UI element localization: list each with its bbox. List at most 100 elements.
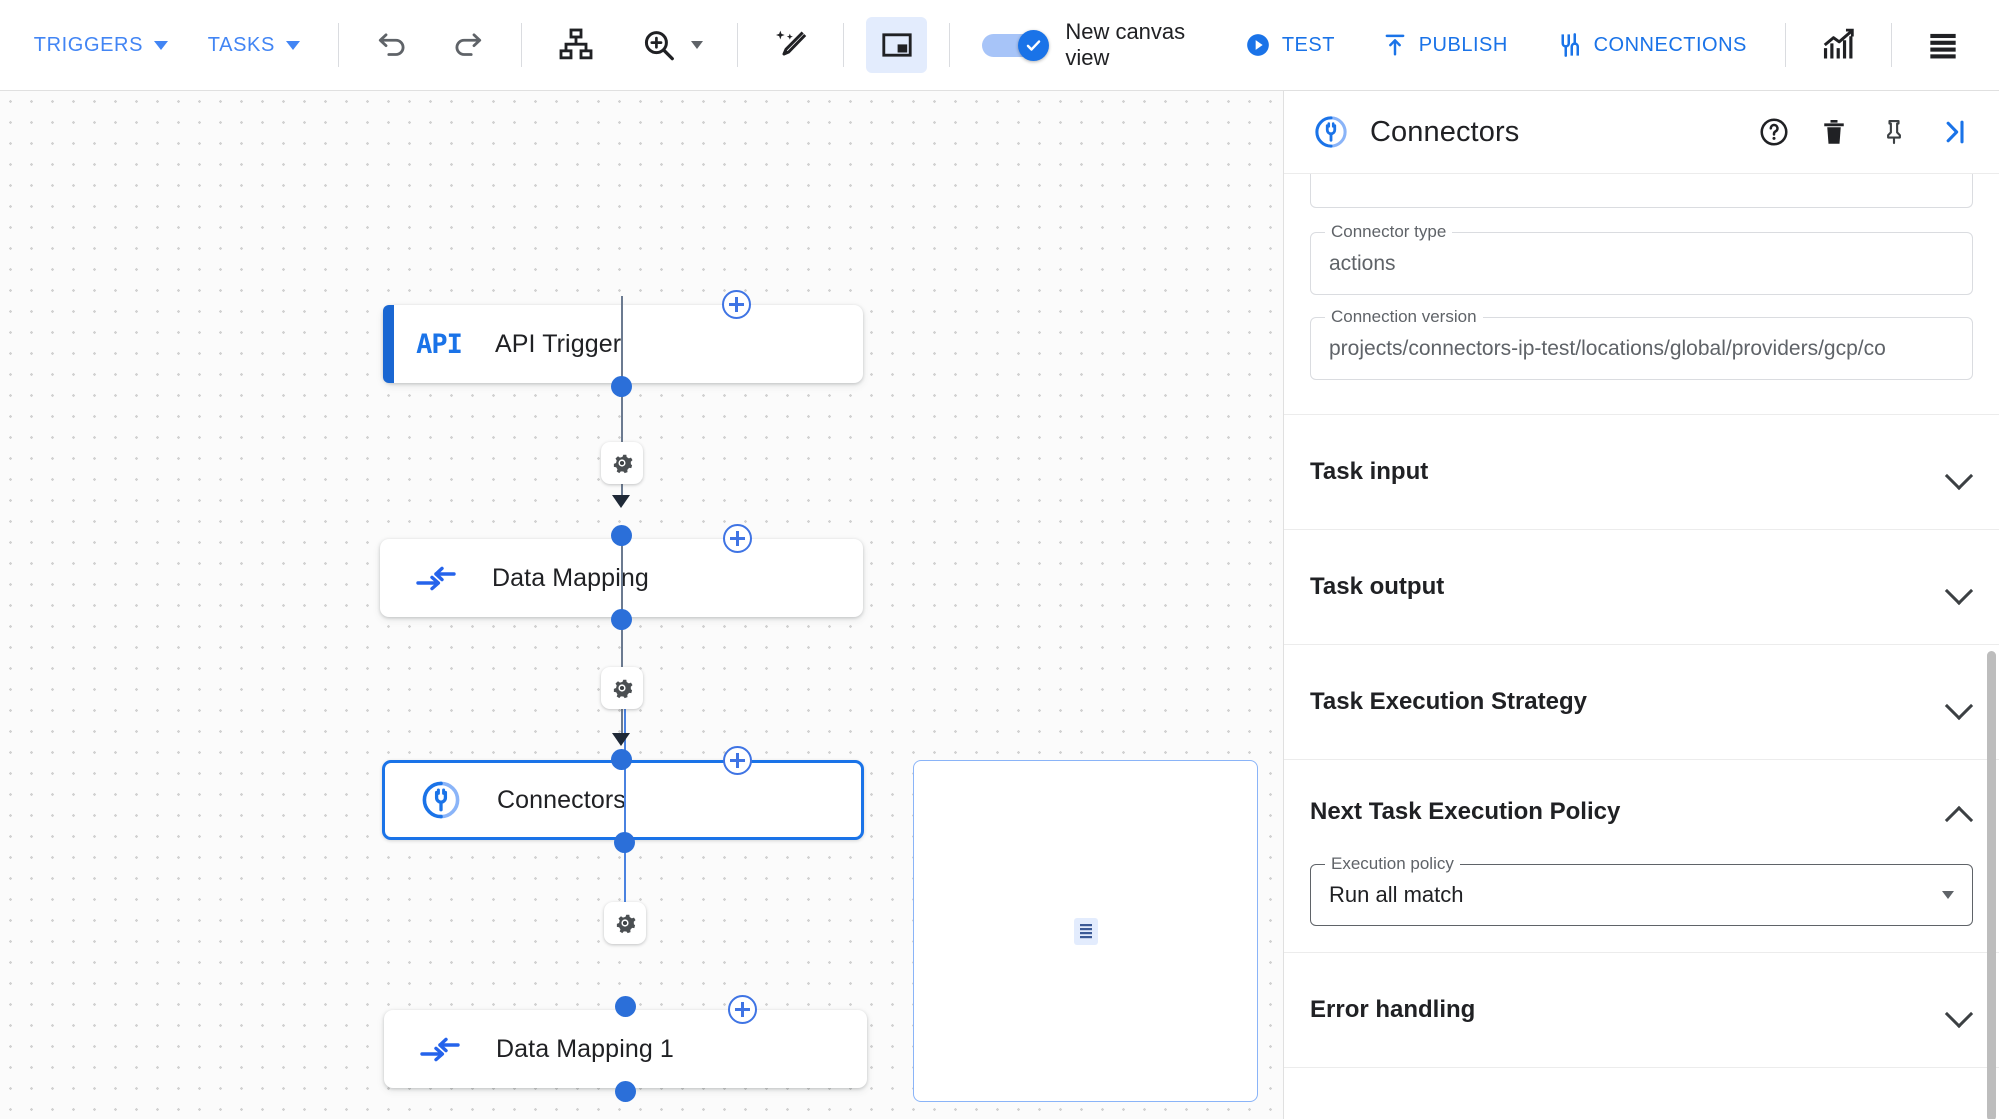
canvas-subpanel[interactable] [913,760,1258,1102]
chevron-down-icon [1947,1002,1973,1018]
node-output-port[interactable] [615,1081,636,1102]
section-next-task-execution-policy: Next Task Execution Policy Execution pol… [1284,759,1999,952]
main-menu-button[interactable] [1916,17,1972,73]
triggers-menu-button[interactable]: TRIGGERS [28,24,174,67]
panel-bottom-divider [1284,1067,1999,1107]
edge-segment [621,296,623,384]
edge-condition-button[interactable] [601,442,643,484]
connection-version-label: Connection version [1325,307,1483,327]
scrolled-field-partial[interactable] [1310,174,1973,208]
node-input-port[interactable] [611,749,632,770]
node-label: API Trigger [495,329,622,358]
workflow-canvas[interactable]: API API Trigger Data Mapping Connectors … [0,91,1283,1119]
edge-segment [624,701,626,794]
chevron-down-icon [154,40,169,50]
redo-button[interactable] [440,17,496,73]
pin-panel-button[interactable] [1873,111,1915,153]
list-lines-icon[interactable] [1073,917,1098,945]
analytics-button[interactable] [1811,17,1867,73]
auto-layout-button[interactable] [548,17,604,73]
gear-icon [613,454,633,474]
new-canvas-view-label: New canvas view [1065,19,1186,70]
toolbar-divider [1784,23,1786,67]
gear-icon [616,914,636,934]
add-node-button[interactable] [723,746,752,775]
tasks-menu-button[interactable]: TASKS [202,24,306,67]
connection-version-value: projects/connectors-ip-test/locations/gl… [1329,336,1886,360]
edge-condition-button[interactable] [601,667,643,709]
node-input-port[interactable] [611,525,632,546]
data-mapping-icon [384,1032,496,1066]
toolbar-divider [521,23,523,67]
toggle-side-panel-button[interactable] [865,17,928,73]
new-canvas-view-toggle[interactable]: New canvas view [981,19,1234,71]
side-panel-icon [882,33,912,57]
execution-policy-select[interactable]: Execution policy Run all match [1310,854,1973,926]
hamburger-menu-icon [1930,33,1957,59]
section-task-output[interactable]: Task output [1284,529,1999,644]
node-output-port[interactable] [614,832,635,853]
trash-icon [1824,120,1844,144]
delete-task-button[interactable] [1813,111,1855,153]
node-connectors[interactable]: Connectors [382,760,864,840]
section-title: Task output [1310,573,1445,600]
undo-button[interactable] [364,17,420,73]
connector-type-label: Connector type [1325,222,1453,242]
connections-label: CONNECTIONS [1593,33,1747,56]
chevron-down-icon [691,41,704,49]
section-title: Task Execution Strategy [1310,688,1587,715]
node-output-port[interactable] [611,376,632,397]
node-api-trigger[interactable]: API API Trigger [383,305,863,383]
publish-label: PUBLISH [1418,33,1508,56]
connection-version-field[interactable]: Connection version projects/connectors-i… [1310,307,1973,380]
panel-title: Connectors [1370,115,1520,148]
toggle-switch[interactable] [981,30,1050,61]
section-task-input[interactable]: Task input [1284,414,1999,529]
help-button[interactable] [1753,111,1795,153]
toolbar-divider [843,23,845,67]
edge-condition-button[interactable] [604,902,646,944]
execution-policy-label: Execution policy [1325,854,1460,874]
section-header[interactable]: Next Task Execution Policy [1284,760,1999,864]
add-node-button[interactable] [728,995,757,1024]
node-input-port[interactable] [615,996,636,1017]
panel-body: Connector type actions Connection versio… [1284,174,1999,1119]
panel-scrollbar[interactable] [1987,651,1996,1119]
top-toolbar: TRIGGERS TASKS New canvas view TEST PUBL… [0,0,1999,91]
toolbar-divider [1890,23,1892,67]
section-error-handling[interactable]: Error handling [1284,952,1999,1067]
test-label: TEST [1281,33,1335,56]
connections-button[interactable]: CONNECTIONS [1544,22,1757,68]
magic-wand-button[interactable] [764,17,820,73]
chevron-down-icon [1947,579,1973,595]
connections-icon [1561,33,1579,57]
collapse-right-icon [1946,120,1964,144]
test-button[interactable]: TEST [1234,23,1345,67]
publish-upload-icon [1385,34,1405,56]
section-title: Error handling [1310,996,1476,1023]
toggle-knob [1018,30,1050,61]
section-task-execution-strategy[interactable]: Task Execution Strategy [1284,644,1999,759]
publish-button[interactable]: PUBLISH [1371,23,1518,67]
magic-wand-icon [776,30,807,56]
toolbar-divider [949,23,951,67]
node-output-port[interactable] [611,609,632,630]
api-logo-icon: API [416,328,463,360]
connector-type-field[interactable]: Connector type actions [1310,222,1973,295]
node-label: Data Mapping [492,563,649,592]
zoom-menu-button[interactable] [633,16,709,74]
node-label: Connectors [497,785,626,814]
chevron-down-icon [285,40,300,50]
panel-header: Connectors [1284,91,1999,174]
add-node-button[interactable] [723,524,752,553]
tasks-menu-label: TASKS [207,33,275,56]
node-data-mapping-1[interactable]: Data Mapping 1 [384,1010,867,1088]
trigger-accent-bar [383,305,394,383]
toolbar-divider [337,23,339,67]
connector-plug-icon [385,780,497,820]
chevron-down-icon [1947,464,1973,480]
add-node-button[interactable] [722,290,751,319]
toolbar-divider [736,23,738,67]
redo-icon [455,33,481,56]
collapse-panel-button[interactable] [1933,111,1975,153]
